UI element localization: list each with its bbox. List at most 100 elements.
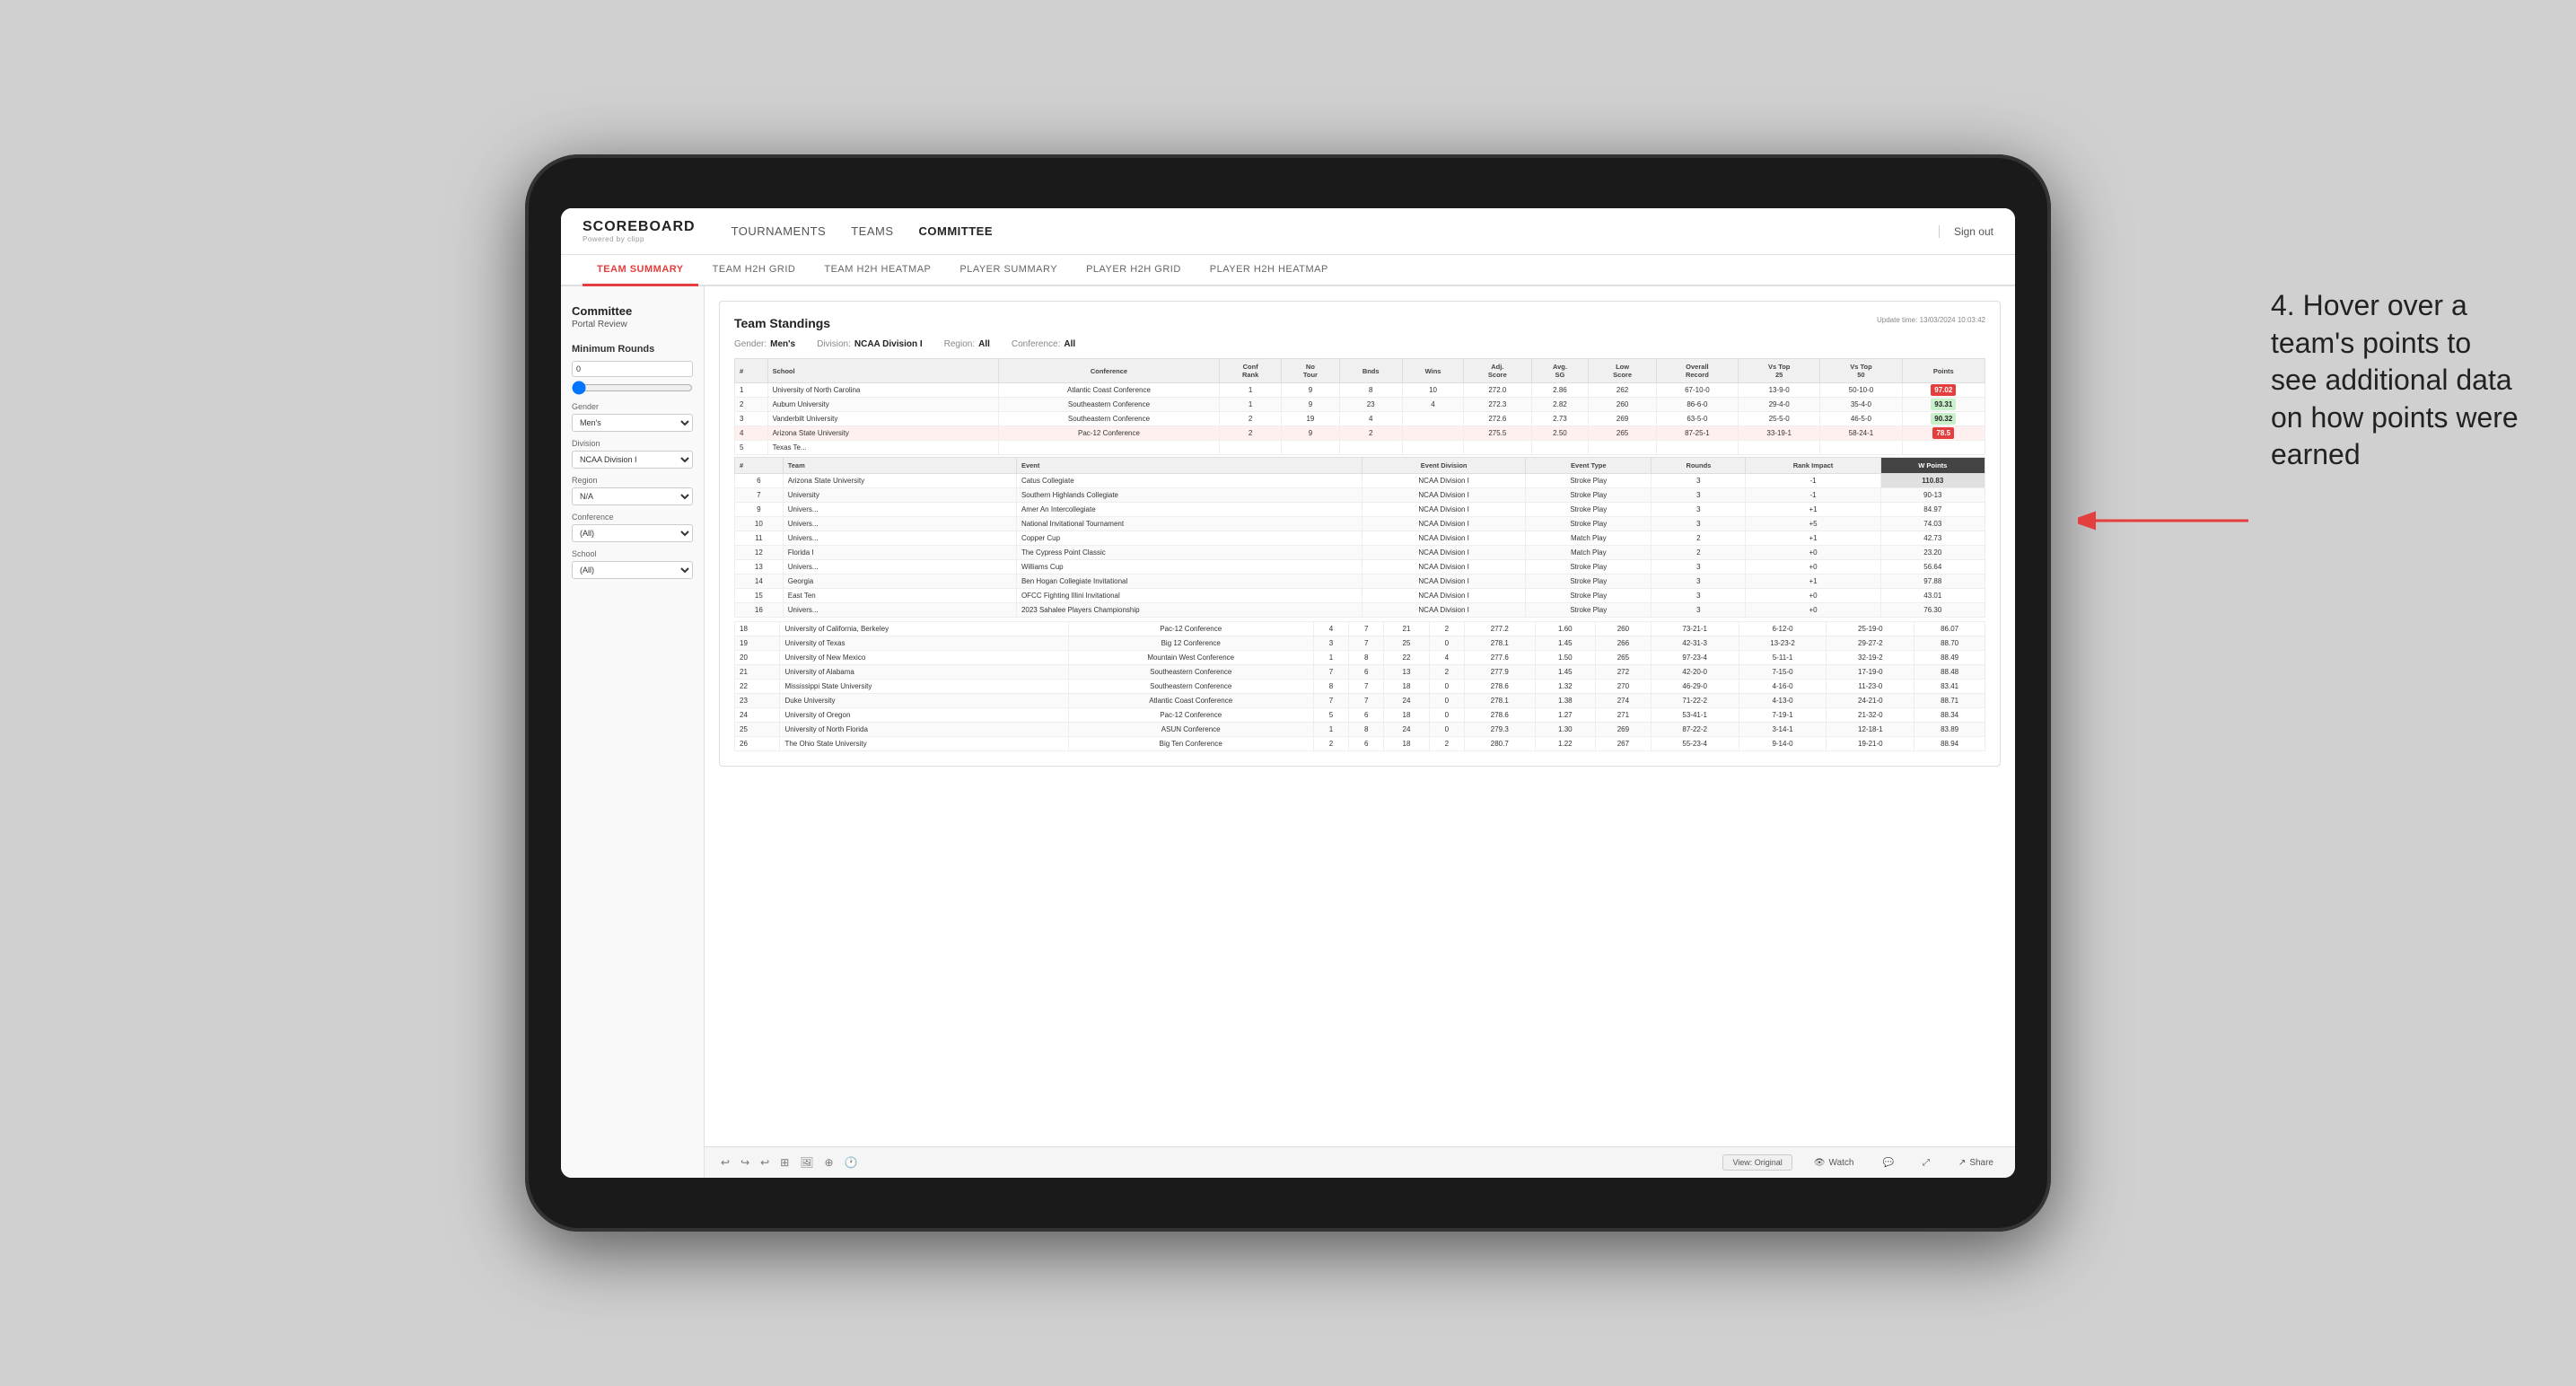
logo-area: SCOREBOARD Powered by clipp <box>583 219 696 243</box>
logo-text: SCOREBOARD <box>583 219 696 235</box>
refresh-icon[interactable]: ↩ <box>758 1154 771 1171</box>
nav-tournaments[interactable]: TOURNAMENTS <box>732 221 827 241</box>
toolbar-left: ↩ ↪ ↩ ⊞ 🖼 ⊕ 🕐 <box>719 1154 860 1171</box>
tablet-screen: SCOREBOARD Powered by clipp TOURNAMENTS … <box>561 208 2015 1178</box>
gender-select[interactable]: Men's <box>572 414 693 432</box>
min-rounds-slider[interactable] <box>572 381 693 395</box>
th-vs25: Vs Top25 <box>1739 359 1820 383</box>
th-overall: OverallRecord <box>1656 359 1738 383</box>
tablet-frame: SCOREBOARD Powered by clipp TOURNAMENTS … <box>525 154 2051 1232</box>
grid-icon[interactable]: ⊞ <box>778 1154 791 1171</box>
th-conference: Conference <box>999 359 1220 383</box>
view-original-button[interactable]: View: Original <box>1722 1154 1792 1171</box>
annotation-text: 4. Hover over a team's points to see add… <box>2271 287 2522 474</box>
sidebar: Committee Portal Review Minimum Rounds G… <box>561 286 705 1178</box>
sign-out-button[interactable]: Sign out <box>1939 225 1993 238</box>
conference-select[interactable]: (All) <box>572 524 693 542</box>
report-area: Team Standings Update time: 13/03/2024 1… <box>705 286 2015 1146</box>
table-row[interactable]: 24 University of Oregon Pac-12 Conferenc… <box>735 708 1985 723</box>
filters-row: Gender: Men's Division: NCAA Division I … <box>734 339 1985 349</box>
table-row[interactable]: 18 University of California, Berkeley Pa… <box>735 622 1985 636</box>
table-row[interactable]: 25 University of North Florida ASUN Conf… <box>735 723 1985 737</box>
update-time: Update time: 13/03/2024 10:03:42 <box>1877 316 1985 324</box>
region-label: Region <box>572 476 693 485</box>
nav-teams[interactable]: TEAMS <box>851 221 893 241</box>
tab-player-h2h-heatmap[interactable]: PLAYER H2H HEATMAP <box>1196 255 1343 286</box>
arrow-indicator <box>2078 503 2257 543</box>
division-filter: Division: NCAA Division I <box>817 339 923 349</box>
tab-player-h2h-grid[interactable]: PLAYER H2H GRID <box>1072 255 1196 286</box>
table-row[interactable]: 21 University of Alabama Southeastern Co… <box>735 665 1985 680</box>
eye-icon: 👁 <box>1814 1158 1826 1168</box>
overlay-row: 7 University Southern Highlands Collegia… <box>735 488 1985 503</box>
conference-filter: Conference: All <box>1012 339 1075 349</box>
clock-icon[interactable]: 🕐 <box>843 1154 860 1171</box>
report-title: Team Standings <box>734 316 830 330</box>
toolbar: ↩ ↪ ↩ ⊞ 🖼 ⊕ 🕐 View: Original 👁 <box>705 1146 2015 1178</box>
region-select[interactable]: N/A <box>572 487 693 505</box>
th-points: Points <box>1902 359 1985 383</box>
tab-player-summary[interactable]: PLAYER SUMMARY <box>945 255 1072 286</box>
content-area: Committee Portal Review Minimum Rounds G… <box>561 286 2015 1178</box>
th-no-tour: NoTour <box>1282 359 1339 383</box>
annotation-container: 4. Hover over a team's points to see add… <box>2271 287 2522 474</box>
overlay-row: 9 Univers... Amer An Intercollegiate NCA… <box>735 503 1985 517</box>
th-low-score: LowScore <box>1589 359 1656 383</box>
table-row[interactable]: 1 University of North Carolina Atlantic … <box>735 383 1985 398</box>
comment-button[interactable]: 💬 <box>1875 1155 1900 1171</box>
page-container: SCOREBOARD Powered by clipp TOURNAMENTS … <box>0 0 2576 1386</box>
th-conf-rank: ConfRank <box>1219 359 1281 383</box>
nav-links: TOURNAMENTS TEAMS COMMITTEE <box>732 221 1910 241</box>
min-rounds-input[interactable] <box>572 361 693 377</box>
th-bnds: Bnds <box>1339 359 1402 383</box>
nav-committee[interactable]: COMMITTEE <box>919 221 994 241</box>
lower-standings-table: 18 University of California, Berkeley Pa… <box>734 621 1985 751</box>
region-filter: Region: All <box>944 339 990 349</box>
overlay-row: 12 Florida I The Cypress Point Classic N… <box>735 546 1985 560</box>
division-select[interactable]: NCAA Division I <box>572 451 693 469</box>
share-button[interactable]: ↗ Share <box>1951 1155 2001 1171</box>
tab-team-summary[interactable]: TEAM SUMMARY <box>583 255 698 286</box>
th-rank: # <box>735 359 768 383</box>
table-row[interactable]: 22 Mississippi State University Southeas… <box>735 680 1985 694</box>
portal-sub: Portal Review <box>572 320 693 329</box>
gender-filter: Gender: Men's <box>734 339 795 349</box>
overlay-row: 14 Georgia Ben Hogan Collegiate Invitati… <box>735 575 1985 589</box>
app-header: SCOREBOARD Powered by clipp TOURNAMENTS … <box>561 208 2015 255</box>
th-vs50: Vs Top50 <box>1820 359 1902 383</box>
overlay-row: 16 Univers... 2023 Sahalee Players Champ… <box>735 603 1985 618</box>
table-row[interactable]: 19 University of Texas Big 12 Conference… <box>735 636 1985 651</box>
th-wins: Wins <box>1402 359 1463 383</box>
th-school: School <box>767 359 998 383</box>
overlay-row: 10 Univers... National Invitational Tour… <box>735 517 1985 531</box>
overlay-row: 6 Arizona State University Catus Collegi… <box>735 474 1985 488</box>
table-row[interactable]: 23 Duke University Atlantic Coast Confer… <box>735 694 1985 708</box>
min-rounds-label: Minimum Rounds <box>572 344 693 355</box>
conference-label: Conference <box>572 513 693 522</box>
undo-icon[interactable]: ↩ <box>719 1154 732 1171</box>
table-row[interactable]: 5 Texas Te... <box>735 441 1985 455</box>
school-select[interactable]: (All) <box>572 561 693 579</box>
gender-label: Gender <box>572 402 693 411</box>
table-row[interactable]: 3 Vanderbilt University Southeastern Con… <box>735 412 1985 426</box>
watch-button[interactable]: 👁 Watch <box>1807 1155 1862 1171</box>
table-row[interactable]: 2 Auburn University Southeastern Confere… <box>735 398 1985 412</box>
table-row-selected[interactable]: 4 Arizona State University Pac-12 Confer… <box>735 426 1985 441</box>
main-inner: Team Standings Update time: 13/03/2024 1… <box>705 286 2015 1178</box>
school-label: School <box>572 549 693 558</box>
table-row[interactable]: 26 The Ohio State University Big Ten Con… <box>735 737 1985 751</box>
image-icon[interactable]: 🖼 <box>798 1154 815 1171</box>
overlay-row: 11 Univers... Copper Cup NCAA Division I… <box>735 531 1985 546</box>
overlay-event-table: # Team Event Event Division Event Type R… <box>734 457 1985 618</box>
add-icon[interactable]: ⊕ <box>822 1154 835 1171</box>
share-icon: ↗ <box>1958 1158 1966 1168</box>
toolbar-right: View: Original 👁 Watch 💬 ⤢ ↗ Share <box>1722 1154 2001 1171</box>
main-standings-table: # School Conference ConfRank NoTour Bnds… <box>734 358 1985 455</box>
report-header: Team Standings Update time: 13/03/2024 1… <box>734 316 1985 330</box>
redo-icon[interactable]: ↪ <box>739 1154 751 1171</box>
tab-team-h2h-heatmap[interactable]: TEAM H2H HEATMAP <box>810 255 945 286</box>
expand-button[interactable]: ⤢ <box>1915 1155 1937 1171</box>
table-row[interactable]: 20 University of New Mexico Mountain Wes… <box>735 651 1985 665</box>
report-card: Team Standings Update time: 13/03/2024 1… <box>719 301 2001 767</box>
tab-team-h2h-grid[interactable]: TEAM H2H GRID <box>698 255 810 286</box>
